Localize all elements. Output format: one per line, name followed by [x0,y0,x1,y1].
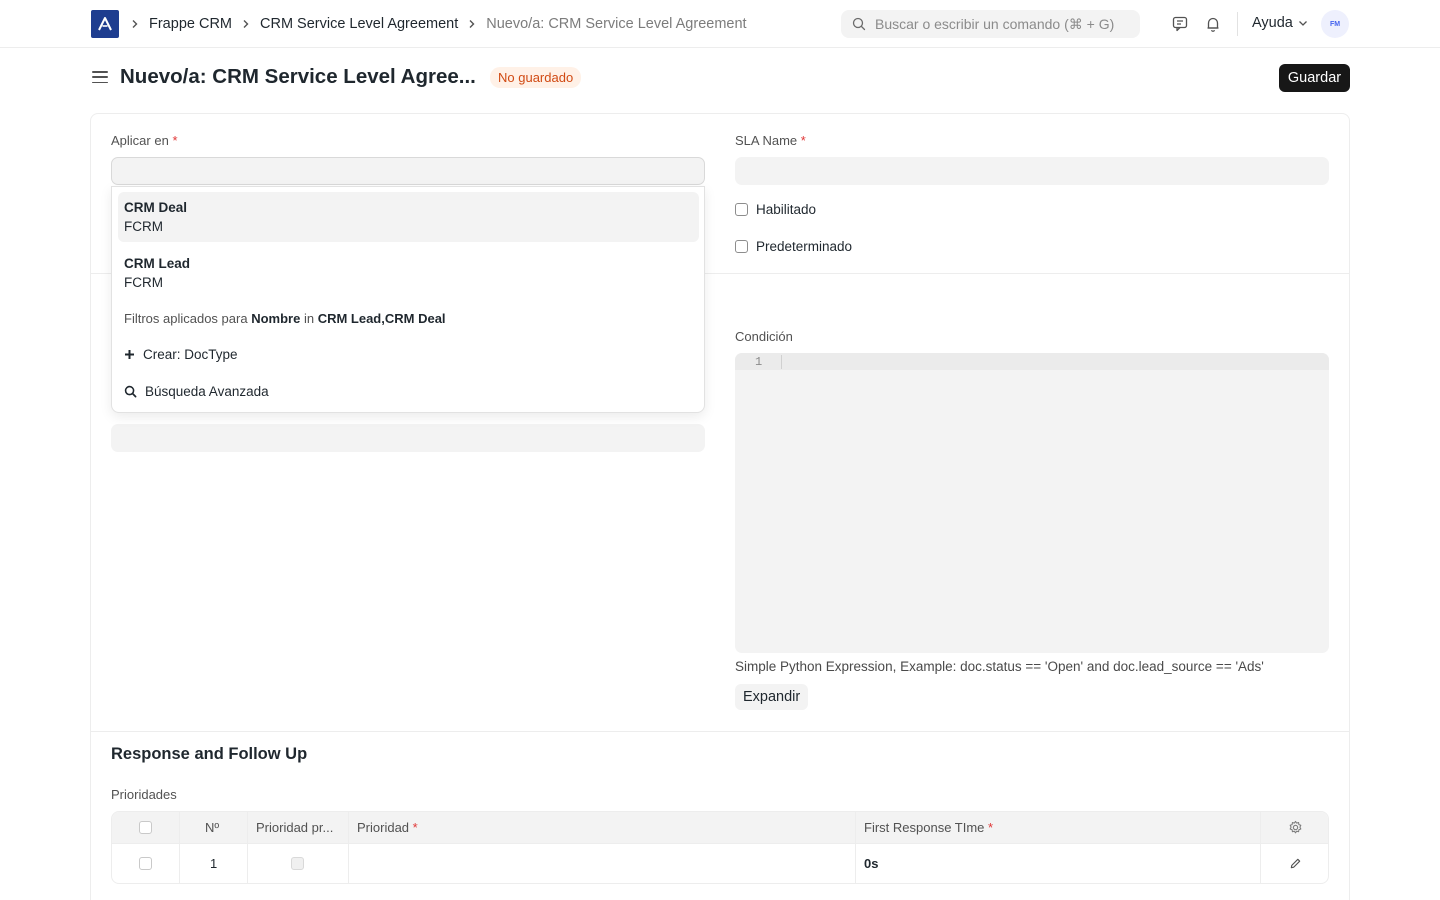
sla-name-label: SLA Name * [735,133,806,148]
col-no: Nº [205,820,220,835]
help-label: Ayuda [1252,15,1293,31]
sidebar-toggle-icon[interactable] [92,69,108,85]
default-label: Predeterminado [756,239,853,254]
active-line [735,353,1329,370]
dropdown-filter-note: Filtros aplicados para Nombre in CRM Lea… [124,311,446,326]
option-subtitle: FCRM [124,219,163,234]
dropdown-option-crm-lead[interactable]: CRM Lead FCRM [118,248,699,298]
condition-description: Simple Python Expression, Example: doc.s… [735,659,1264,674]
create-label: Crear: DocType [143,347,238,362]
priorities-label: Prioridades [111,787,177,802]
page-title: Nuevo/a: CRM Service Level Agree... [120,65,476,88]
default-checkbox-row[interactable]: Predeterminado [735,239,852,254]
plus-icon [124,349,135,360]
help-dropdown[interactable]: Ayuda [1252,15,1308,31]
advanced-search-option[interactable]: Búsqueda Avanzada [124,384,269,399]
expand-button[interactable]: Expandir [735,684,809,710]
section-divider [91,731,1349,732]
logo-icon [98,17,112,31]
sla-name-input[interactable] [735,157,1329,185]
chevron-right-icon [467,19,477,29]
col-first-response-time: First Response TIme * [864,820,994,835]
chevron-right-icon [130,19,140,29]
dropdown-option-crm-deal[interactable]: CRM Deal FCRM [118,192,699,242]
status-badge: No guardado [490,67,582,88]
chevron-right-icon [241,19,251,29]
enabled-checkbox[interactable] [735,203,748,216]
breadcrumb: Frappe CRM CRM Service Level Agreement N… [130,14,747,34]
create-doctype-option[interactable]: Crear: DocType [124,347,238,362]
option-title: CRM Lead [124,256,191,271]
save-button[interactable]: Guardar [1279,64,1350,92]
breadcrumb-sla-list[interactable]: CRM Service Level Agreement [260,16,458,32]
search-icon [124,385,137,398]
search-icon [852,17,866,31]
command-search[interactable] [841,10,1140,38]
search-input[interactable] [875,16,1125,32]
select-all-checkbox[interactable] [139,821,152,834]
chat-icon[interactable] [1170,14,1190,34]
app-logo[interactable] [91,10,119,38]
editor-cursor [781,355,782,369]
row-checkbox[interactable] [139,857,152,870]
apply-on-label: Aplicar en * [111,133,178,148]
default-checkbox[interactable] [735,240,748,253]
breadcrumb-frappe-crm[interactable]: Frappe CRM [149,16,232,32]
condition-code-editor[interactable]: 1 [735,353,1329,653]
navbar-divider [1237,12,1238,36]
option-subtitle: FCRM [124,275,163,290]
col-priority: Prioridad * [357,820,418,835]
left-field-input[interactable] [111,424,705,452]
apply-on-input[interactable] [111,157,705,185]
option-title: CRM Deal [124,200,188,215]
bell-icon[interactable] [1203,14,1223,34]
default-priority-checkbox[interactable] [291,857,304,870]
row-first-response-time[interactable]: 0s [864,856,878,871]
edit-row-icon[interactable] [1289,857,1302,870]
col-default-priority: Prioridad pr... [256,820,334,835]
apply-on-dropdown: CRM Deal FCRM CRM Lead FCRM Filtros apli… [111,186,705,413]
row-number: 1 [210,856,218,871]
breadcrumb-current: Nuevo/a: CRM Service Level Agreement [486,16,747,32]
section-title: Response and Follow Up [111,745,308,763]
priorities-table: Nº Prioridad pr... Prioridad * First Res… [111,811,1329,884]
advanced-search-label: Búsqueda Avanzada [145,384,269,399]
chevron-down-icon [1298,18,1308,28]
enabled-label: Habilitado [756,202,817,217]
gear-icon[interactable] [1288,820,1303,835]
top-navbar: Frappe CRM CRM Service Level Agreement N… [0,0,1440,48]
line-number: 1 [755,355,763,369]
condition-label: Condición [735,329,793,344]
enabled-checkbox-row[interactable]: Habilitado [735,202,816,217]
user-avatar[interactable]: FM [1321,10,1349,38]
